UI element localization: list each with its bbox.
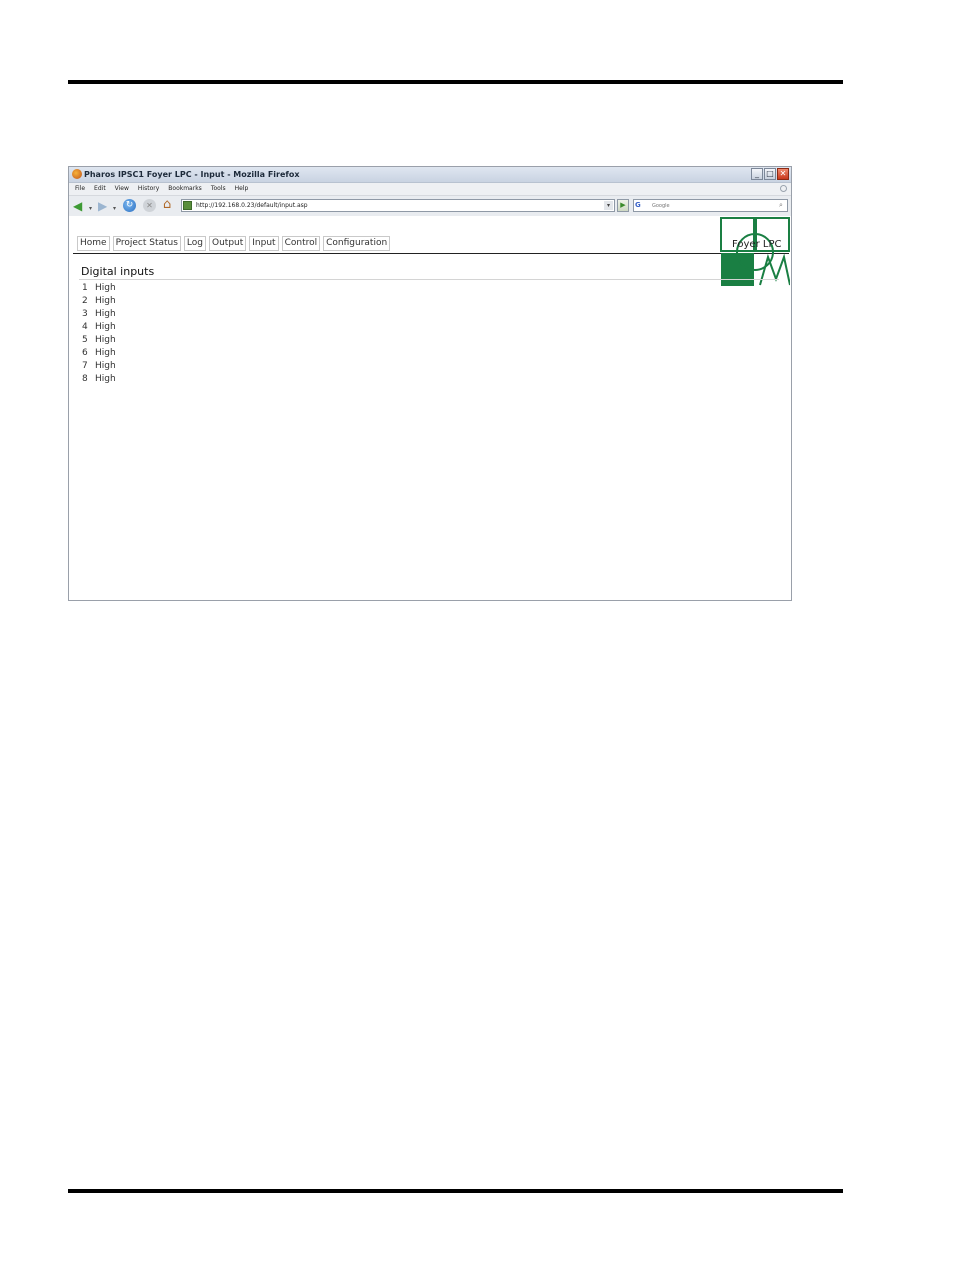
input-number: 5: [82, 335, 88, 345]
input-state: High: [95, 348, 116, 358]
menu-view[interactable]: View: [115, 184, 129, 194]
throbber-icon: [780, 185, 787, 192]
list-item: 2 High: [82, 295, 116, 308]
search-engine-icon[interactable]: G: [635, 201, 651, 210]
list-item: 4 High: [82, 321, 116, 334]
list-item: 8 High: [82, 373, 116, 386]
forward-dropdown-icon[interactable]: ▾: [113, 202, 116, 216]
go-icon[interactable]: ▶: [617, 199, 629, 212]
input-state: High: [95, 374, 116, 384]
minimize-button[interactable]: _: [751, 168, 763, 180]
tab-project-status[interactable]: Project Status: [112, 236, 181, 251]
section-title: Digital inputs: [81, 265, 155, 278]
input-state: High: [95, 335, 116, 345]
reload-icon[interactable]: ↻: [123, 199, 136, 212]
tab-control[interactable]: Control: [281, 236, 321, 251]
digital-inputs-list: 1 High 2 High 3 High 4 High 5 High 6 High 7 Hig…: [82, 282, 116, 386]
pharos-logo-icon: [720, 217, 790, 286]
site-icon: [183, 201, 192, 210]
url-bar[interactable]: http://192.168.0.23/default/input.asp ▾: [181, 199, 615, 212]
tab-configuration[interactable]: Configuration: [323, 236, 391, 251]
list-item: 1 High: [82, 282, 116, 295]
input-number: 6: [82, 348, 88, 358]
navigation-toolbar: ◀ ▾ ▶ ▾ ↻ ✕ ⌂ http://192.168.0.23/defaul…: [69, 196, 791, 217]
section-rule: [79, 279, 779, 280]
input-number: 7: [82, 361, 88, 371]
search-box[interactable]: G ⌕: [633, 199, 788, 212]
firefox-icon: [72, 169, 82, 179]
browser-window: Pharos IPSC1 Foyer LPC - Input - Mozilla…: [68, 166, 792, 601]
nav-tabs: Home Project Status Log Output Input Con…: [77, 236, 391, 251]
input-state: High: [95, 296, 116, 306]
back-dropdown-icon[interactable]: ▾: [89, 202, 92, 216]
menu-file[interactable]: File: [75, 184, 85, 194]
tab-input[interactable]: Input: [249, 236, 279, 251]
forward-icon[interactable]: ▶: [98, 199, 107, 213]
list-item: 3 High: [82, 308, 116, 321]
tab-home[interactable]: Home: [77, 236, 110, 251]
input-state: High: [95, 309, 116, 319]
page-content: Home Project Status Log Output Input Con…: [69, 216, 791, 600]
back-icon[interactable]: ◀: [73, 199, 82, 213]
url-dropdown-icon[interactable]: ▾: [604, 201, 613, 210]
menu-bar: File Edit View History Bookmarks Tools H…: [69, 183, 791, 196]
input-number: 4: [82, 322, 88, 332]
input-state: High: [95, 322, 116, 332]
input-state: High: [95, 361, 116, 371]
menu-bookmarks[interactable]: Bookmarks: [168, 184, 202, 194]
menu-edit[interactable]: Edit: [94, 184, 106, 194]
menu-help[interactable]: Help: [235, 184, 249, 194]
list-item: 7 High: [82, 360, 116, 373]
window-title: Pharos IPSC1 Foyer LPC - Input - Mozilla…: [84, 170, 300, 179]
home-icon[interactable]: ⌂: [163, 198, 171, 212]
menu-tools[interactable]: Tools: [211, 184, 226, 194]
input-number: 3: [82, 309, 88, 319]
window-controls: _ □ ✕: [751, 168, 789, 180]
header-rule: [73, 253, 789, 254]
search-input[interactable]: [652, 200, 770, 211]
tab-log[interactable]: Log: [183, 236, 206, 251]
input-number: 8: [82, 374, 88, 384]
input-state: High: [95, 283, 116, 293]
search-icon[interactable]: ⌕: [776, 201, 786, 210]
tab-output[interactable]: Output: [209, 236, 247, 251]
maximize-button[interactable]: □: [764, 168, 776, 180]
logo-text: Foyer LPC: [732, 239, 782, 250]
stop-icon[interactable]: ✕: [143, 199, 156, 212]
page-bottom-rule: [68, 1189, 843, 1193]
list-item: 6 High: [82, 347, 116, 360]
input-number: 2: [82, 296, 88, 306]
input-number: 1: [82, 283, 88, 293]
url-text[interactable]: http://192.168.0.23/default/input.asp: [196, 200, 308, 211]
list-item: 5 High: [82, 334, 116, 347]
menu-history[interactable]: History: [138, 184, 159, 194]
title-bar: Pharos IPSC1 Foyer LPC - Input - Mozilla…: [69, 167, 791, 183]
page-top-rule: [68, 80, 843, 84]
close-button[interactable]: ✕: [777, 168, 789, 180]
